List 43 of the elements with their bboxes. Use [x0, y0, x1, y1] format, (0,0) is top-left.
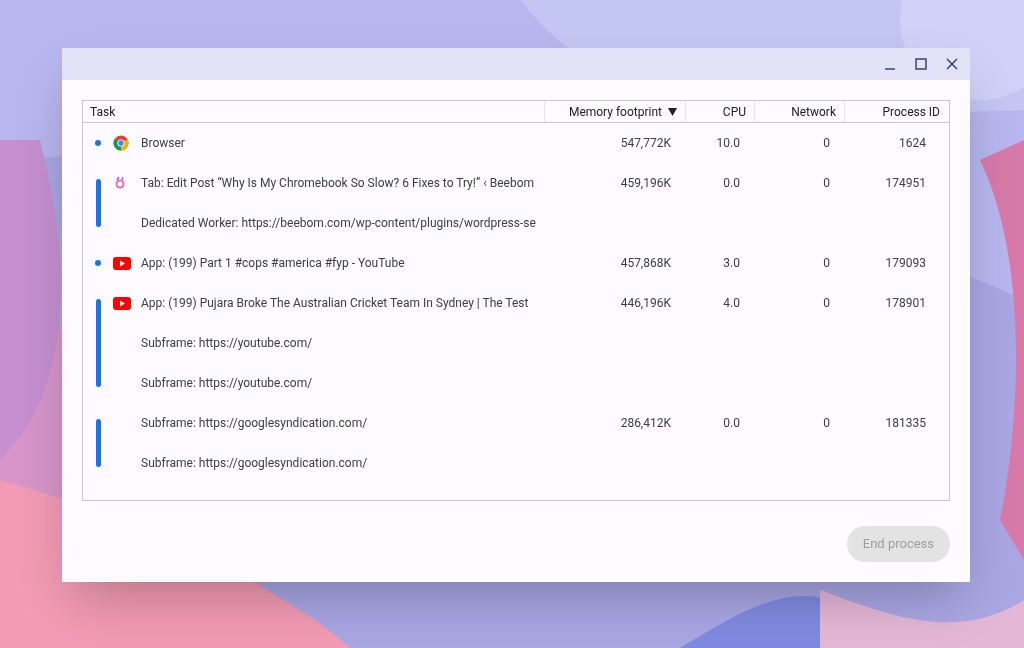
table-cell: 181335: [885, 416, 926, 430]
table-cell: 179093: [885, 256, 926, 270]
table-cell: 1624: [899, 136, 926, 150]
table-cell: 0: [823, 256, 830, 270]
process-group-bar: [95, 179, 101, 227]
column-header[interactable]: Memory footprint: [544, 101, 685, 122]
chrome-icon: [113, 135, 129, 151]
task-name: App: (199) Pujara Broke The Australian Cricket Team In Sydney | The Test: [141, 296, 529, 310]
play-icon: [113, 256, 131, 270]
table-cell: 174951: [885, 176, 926, 190]
task-name: App: (199) Part 1 #cops #america #fyp - YouTube: [141, 256, 405, 270]
process-group-bar: [95, 419, 101, 467]
column-header[interactable]: Task: [83, 101, 544, 122]
column-header[interactable]: Process ID: [844, 101, 948, 122]
table-cell: 457,868K: [620, 256, 671, 270]
table-cell: 459,196K: [620, 176, 671, 190]
task-name: Tab: Edit Post “Why Is My Chromebook So Slow? 6 Fixes to Try!” ‹ Beebom: [141, 176, 535, 190]
sort-descending-icon: [668, 107, 677, 116]
task-name: Dedicated Worker: https://beebom.com/wp-content/plugins/wordpress-se: [141, 216, 536, 230]
column-header[interactable]: Network: [754, 101, 844, 122]
column-header[interactable]: CPU: [685, 101, 754, 122]
table-cell: 547,772K: [620, 136, 671, 150]
task-name: Subframe: https://googlesyndication.com/: [141, 416, 368, 430]
table-cell: 286,412K: [620, 416, 671, 430]
table-cell: 0: [823, 416, 830, 430]
table-cell: 0: [823, 176, 830, 190]
task-name: Subframe: https://googlesyndication.com/: [141, 456, 368, 470]
play-icon: [113, 296, 131, 310]
close-icon[interactable]: [945, 57, 959, 71]
table-cell: 0: [823, 296, 830, 310]
table-cell: 3.0: [723, 256, 740, 270]
table-cell: 0.0: [723, 176, 740, 190]
maximize-icon[interactable]: [914, 57, 928, 71]
bee-icon: [113, 176, 127, 190]
task-name: Browser: [141, 136, 185, 150]
table-cell: 0.0: [723, 416, 740, 430]
table-cell: 446,196K: [620, 296, 671, 310]
table-cell: 4.0: [723, 296, 740, 310]
table-cell: 178901: [885, 296, 926, 310]
task-name: Subframe: https://youtube.com/: [141, 336, 313, 350]
task-name: Subframe: https://youtube.com/: [141, 376, 313, 390]
table-cell: 0: [823, 136, 830, 150]
table-cell: 10.0: [716, 136, 740, 150]
